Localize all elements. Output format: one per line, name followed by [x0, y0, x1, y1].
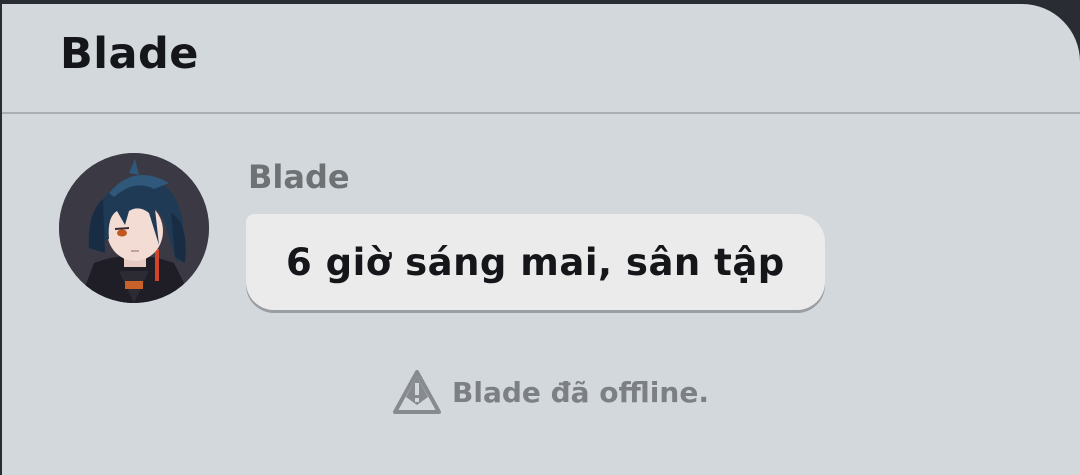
chat-header: Blade [2, 4, 1080, 114]
warning-triangle-icon [393, 370, 441, 414]
system-notice-text: Blade đã offline. [452, 375, 709, 409]
sender-name: Blade [248, 158, 350, 196]
chat-window: Blade Blade 6 giờ sáng mai, sân tập Blad… [2, 4, 1080, 475]
character-portrait-icon [59, 153, 209, 303]
message-bubble[interactable]: 6 giờ sáng mai, sân tập [246, 214, 825, 310]
chat-title: Blade [60, 29, 199, 79]
avatar[interactable] [59, 153, 209, 303]
system-notice: Blade đã offline. [392, 368, 709, 416]
message-text: 6 giờ sáng mai, sân tập [286, 240, 785, 284]
